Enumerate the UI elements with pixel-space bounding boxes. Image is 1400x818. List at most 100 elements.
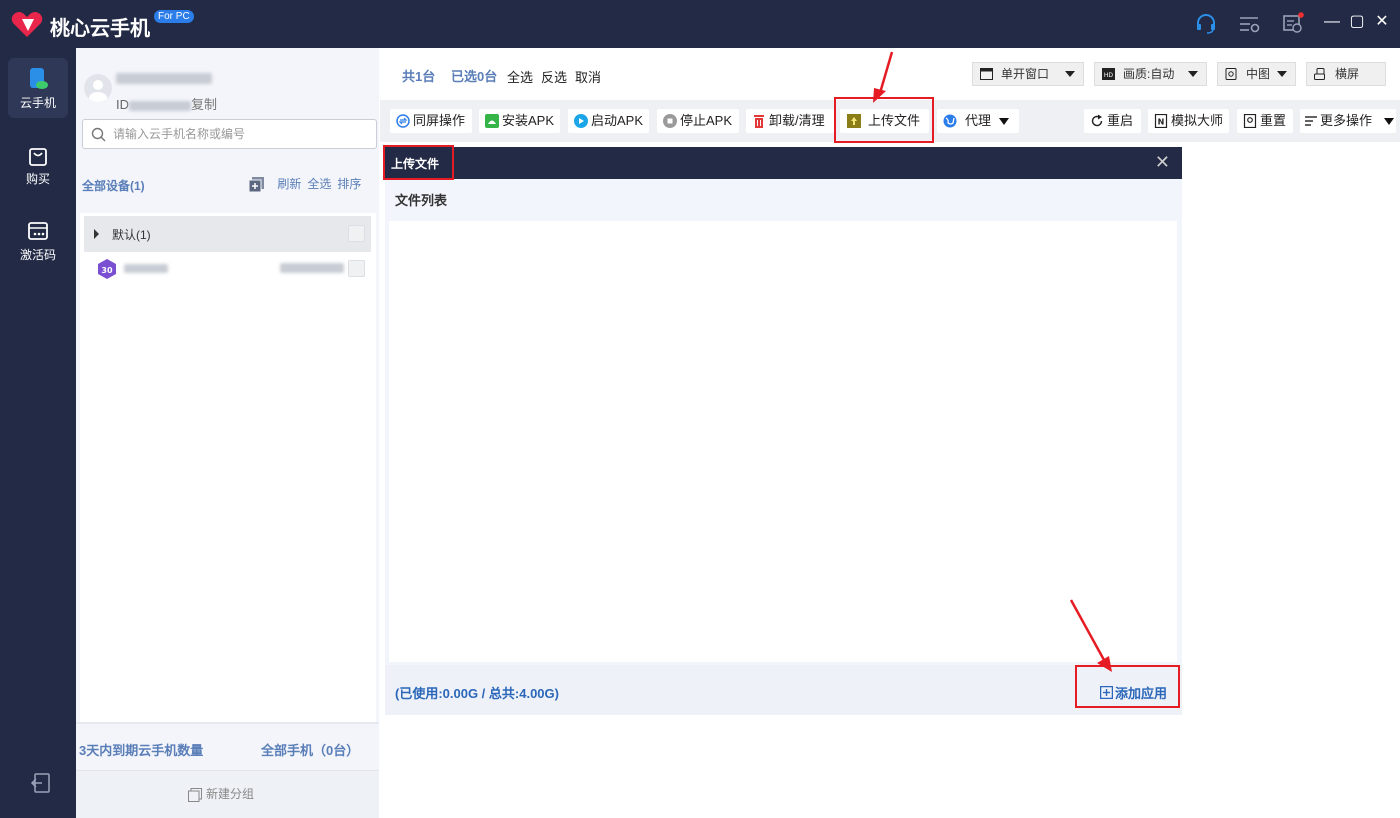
android-install-icon — [485, 114, 499, 128]
chevron-down-icon — [1065, 71, 1075, 77]
new-group-label: 新建分组 — [206, 787, 255, 801]
orientation-button[interactable]: 横屏 — [1306, 62, 1386, 86]
sync-operation-label: 同屏操作 — [413, 113, 466, 128]
size-dropdown[interactable]: 中图 — [1217, 62, 1296, 86]
search-icon — [91, 127, 106, 142]
upload-button-highlight — [834, 97, 934, 143]
dialog-title-highlight — [383, 145, 454, 180]
user-id: ID 复制 — [116, 94, 217, 113]
device-list: 默认(1) 30 — [80, 213, 376, 722]
chevron-down-icon — [1188, 71, 1198, 77]
group-label: 默认(1) — [112, 228, 151, 242]
invert-selection-link[interactable]: 反选 — [541, 67, 567, 86]
window-mode-label: 单开窗口 — [1001, 67, 1050, 81]
uninstall-clean-label: 卸载/清理 — [769, 113, 825, 128]
upload-dialog-footer: (已使用:0.00G / 总共:4.00G) 添加应用 — [385, 665, 1182, 715]
reset-button[interactable]: 重置 — [1237, 109, 1293, 133]
expand-arrow-icon[interactable] — [94, 229, 99, 239]
window-mode-dropdown[interactable]: 单开窗口 — [972, 62, 1084, 86]
logout-icon[interactable] — [30, 772, 52, 794]
new-group-icon — [188, 787, 202, 802]
globe-icon — [943, 114, 957, 128]
device-row[interactable]: 30 — [84, 254, 371, 284]
nav-cloud-phone[interactable]: 云手机 — [8, 58, 68, 118]
install-apk-button[interactable]: 安装APK — [479, 109, 560, 133]
orientation-label: 横屏 — [1335, 67, 1360, 81]
for-pc-badge: For PC — [154, 10, 194, 23]
total-count: 共1台 — [402, 69, 436, 84]
notification-icon[interactable] — [1281, 12, 1305, 36]
selection-summary-bar: 共1台 已选0台 全选 反选 取消 单开窗口 HD 画质:自动 中图 横屏 — [380, 48, 1400, 100]
all-phones-count-label[interactable]: 全部手机（0台） — [261, 740, 359, 759]
device-list-actions: 刷新 全选 排序 — [249, 175, 361, 193]
sync-icon — [396, 114, 410, 128]
stop-apk-button[interactable]: 停止APK — [657, 109, 739, 133]
sort-link[interactable]: 排序 — [337, 177, 361, 191]
copy-id-link[interactable]: 复制 — [191, 97, 217, 112]
more-operations-label: 更多操作 — [1320, 113, 1373, 128]
customer-service-icon[interactable] — [1194, 12, 1218, 36]
reset-label: 重置 — [1260, 113, 1287, 128]
device-id-redacted — [280, 263, 344, 273]
shopping-bag-icon — [29, 148, 47, 166]
chevron-down-icon — [999, 118, 1009, 125]
group-checkbox[interactable] — [348, 225, 365, 242]
restart-button[interactable]: 重启 — [1084, 109, 1141, 133]
restart-label: 重启 — [1107, 113, 1134, 128]
expiry-summary: 3天内到期云手机数量 全部手机（0台） — [76, 722, 379, 770]
maximize-button[interactable]: ▢ — [1345, 10, 1369, 34]
storage-usage: (已使用:0.00G / 总共:4.00G) — [395, 686, 559, 701]
search-input[interactable] — [113, 124, 368, 144]
upload-dialog-header: 上传文件 ✕ — [385, 147, 1182, 179]
proxy-dropdown[interactable]: 代理 — [937, 109, 1019, 133]
nav-buy[interactable]: 购买 — [8, 134, 68, 194]
quality-label: 画质:自动 — [1123, 67, 1175, 81]
device-checkbox[interactable] — [348, 260, 365, 277]
menu-lines-icon — [1305, 116, 1317, 126]
group-row-default[interactable]: 默认(1) — [84, 216, 371, 252]
left-nav-rail: 云手机 购买 激活码 — [0, 48, 76, 818]
new-group-button[interactable]: 新建分组 — [188, 785, 254, 802]
file-list-label: 文件列表 — [395, 193, 448, 208]
quality-dropdown[interactable]: HD 画质:自动 — [1094, 62, 1207, 86]
svg-text:HD: HD — [1104, 72, 1114, 79]
select-all-devices-link[interactable]: 全选 — [307, 177, 331, 191]
selected-count: 已选0台 — [451, 69, 498, 84]
device-panel: ID 复制 全部设备(1) 刷新全选排序 默认(1) 30 — [76, 48, 379, 818]
start-apk-button[interactable]: 启动APK — [568, 109, 649, 133]
reset-icon — [1243, 114, 1257, 128]
nav-activation-code[interactable]: 激活码 — [8, 210, 68, 270]
restart-icon — [1091, 114, 1103, 127]
minimize-button[interactable]: — — [1320, 10, 1344, 34]
stop-apk-label: 停止APK — [680, 113, 733, 128]
emulate-master-button[interactable]: N 模拟大师 — [1148, 109, 1229, 133]
cancel-selection-link[interactable]: 取消 — [575, 67, 601, 86]
app-logo-icon — [11, 12, 43, 37]
window-icon — [980, 68, 993, 80]
more-operations-dropdown[interactable]: 更多操作 — [1300, 109, 1396, 133]
thumbnail-size-icon — [1225, 68, 1237, 80]
close-button[interactable]: ✕ — [1370, 10, 1394, 34]
nav-activation-code-label: 激活码 — [19, 248, 56, 262]
file-list-header: 文件列表 — [385, 179, 1182, 221]
refresh-link[interactable]: 刷新 — [277, 177, 301, 191]
vip-level-badge-text: 30 — [101, 266, 113, 275]
size-label: 中图 — [1246, 67, 1271, 81]
install-apk-label: 安装APK — [502, 113, 555, 128]
trash-icon — [754, 115, 764, 128]
file-list[interactable] — [389, 221, 1177, 662]
play-icon — [574, 114, 588, 128]
device-name-redacted — [124, 264, 168, 273]
sync-operation-button[interactable]: 同屏操作 — [390, 109, 472, 133]
file-list-container — [385, 221, 1182, 665]
cloud-phone-icon — [30, 68, 48, 89]
avatar[interactable] — [84, 74, 112, 102]
settings-icon[interactable] — [1237, 12, 1261, 36]
all-devices-header: 全部设备(1) — [82, 179, 145, 193]
add-group-icon[interactable] — [249, 177, 264, 193]
emulate-master-label: 模拟大师 — [1171, 113, 1224, 128]
emulate-master-icon: N — [1154, 114, 1168, 128]
uninstall-clean-button[interactable]: 卸载/清理 — [746, 109, 834, 133]
select-all-link[interactable]: 全选 — [507, 67, 533, 86]
dialog-close-icon[interactable]: ✕ — [1155, 153, 1170, 171]
